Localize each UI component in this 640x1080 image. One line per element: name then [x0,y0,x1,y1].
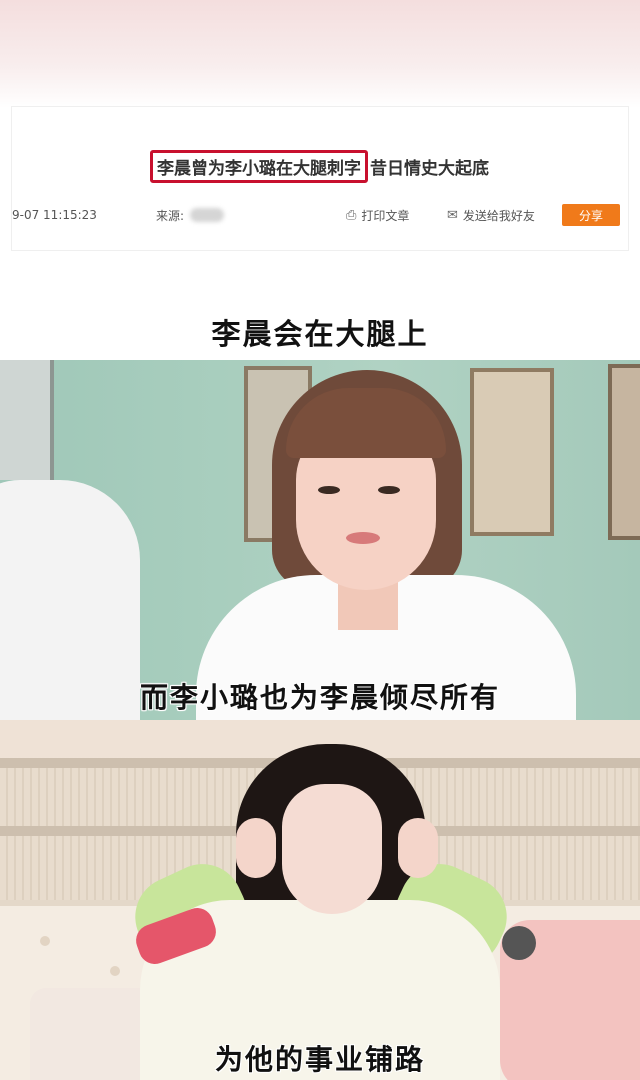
sofa-tuft [40,936,50,946]
subtitle-caption-1: 李晨会在大腿上 [211,317,429,351]
article-source: 来源: [156,207,225,224]
print-article-label: 打印文章 [361,208,410,223]
article-timestamp: 9-07 11:15:23 [12,208,97,222]
video-frame-drama-scene: 而李小璐也为李晨倾尽所有 [0,360,640,720]
print-article-button[interactable]: ⎙ 打印文章 [346,207,409,224]
headline-highlighted-part: 李晨曾为李小璐在大腿刺字 [150,149,368,183]
article-headline: 李晨曾为李小璐在大腿刺字 昔日情史大起底 [150,149,489,183]
lips [346,532,380,544]
share-button[interactable]: 分享 [562,204,620,226]
news-article-card: 李晨曾为李小璐在大腿刺字 昔日情史大起底 9-07 11:15:23 来源: ⎙… [12,107,628,250]
background-picture-frame [470,368,554,536]
news-screenshot-panel: 李晨曾为李小璐在大腿刺字 昔日情史大起底 9-07 11:15:23 来源: ⎙… [0,0,640,360]
sofa-tuft [110,966,120,976]
article-meta-row: 9-07 11:15:23 来源: ⎙ 打印文章 ✉ 发送给我好友 分享 [12,203,628,227]
right-hand [398,818,438,878]
source-label: 来源: [156,208,185,223]
left-eye [318,486,340,494]
video-frame-room-scene: 为他的事业铺路 [0,720,640,1080]
send-to-friend-label: 发送给我好友 [462,208,535,223]
background-picture-frame [608,364,640,540]
blurred-source-name [190,208,225,222]
headline-rest: 昔日情史大起底 [370,158,489,179]
microphone [502,926,536,960]
right-eye [378,486,400,494]
left-hand [236,818,276,878]
woman-face [282,784,382,914]
send-to-friend-button[interactable]: ✉ 发送给我好友 [447,207,535,224]
message-icon: ✉ [447,207,458,223]
subtitle-caption-2: 而李小璐也为李晨倾尽所有 [139,681,500,714]
printer-icon: ⎙ [346,207,357,223]
subtitle-caption-3: 为他的事业铺路 [214,1043,425,1076]
background-window [0,360,54,480]
